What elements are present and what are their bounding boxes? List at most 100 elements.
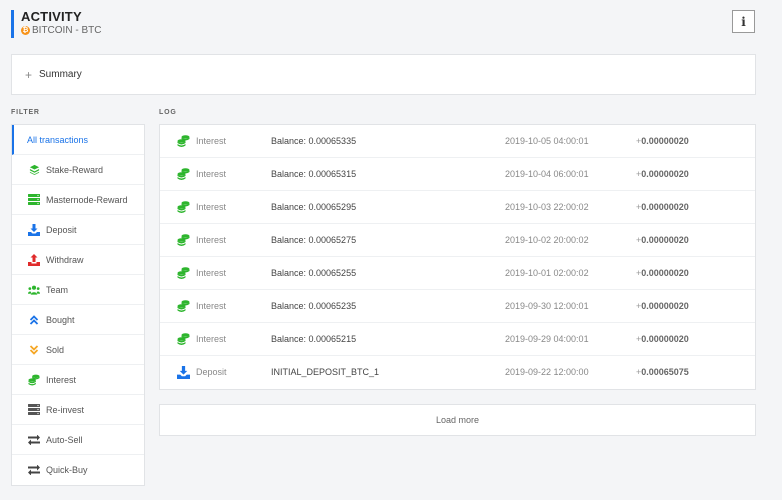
filter-item-bought[interactable]: Bought bbox=[12, 305, 144, 335]
download-icon bbox=[28, 223, 40, 236]
coins-stack-icon bbox=[177, 201, 190, 214]
filter-item-label: Withdraw bbox=[46, 254, 84, 265]
log-amount: +0.00000020 bbox=[636, 257, 689, 290]
filter-item-label: Quick-Buy bbox=[46, 465, 88, 475]
filter-item-quick-buy[interactable]: Quick-Buy bbox=[12, 455, 144, 485]
currency-label: BITCOIN - BTC bbox=[32, 25, 102, 36]
log-type: Deposit bbox=[196, 367, 227, 377]
log-type: Interest bbox=[196, 136, 227, 146]
load-more-button[interactable]: Load more bbox=[159, 404, 756, 436]
filter-item-deposit[interactable]: Deposit bbox=[12, 215, 144, 245]
log-date: 2019-09-29 04:00:01 bbox=[505, 334, 589, 344]
log-heading: LOG bbox=[159, 109, 177, 116]
filter-item-label: All transactions bbox=[27, 134, 89, 145]
page-header: ACTIVITY ₿ BITCOIN - BTC bbox=[11, 10, 101, 38]
log-balance: Balance: 0.00065335 bbox=[271, 136, 357, 146]
log-type: Interest bbox=[196, 202, 227, 212]
coins-stack-icon bbox=[177, 267, 190, 280]
summary-toggle[interactable]: + Summary bbox=[11, 54, 756, 95]
log-type: Interest bbox=[196, 235, 227, 245]
log-type: Interest bbox=[196, 268, 227, 278]
log-balance: INITIAL_DEPOSIT_BTC_1 bbox=[271, 367, 380, 377]
amount-value: 0.00000020 bbox=[641, 235, 689, 245]
filter-item-label: Stake-Reward bbox=[46, 164, 104, 175]
log-date: 2019-10-05 04:00:01 bbox=[505, 136, 589, 146]
log-balance: Balance: 0.00065295 bbox=[271, 202, 357, 212]
log-date: 2019-10-02 20:00:02 bbox=[505, 235, 589, 245]
amount-value: 0.00065075 bbox=[641, 367, 689, 377]
filter-item-team[interactable]: Team bbox=[12, 275, 144, 305]
log-row: Interest Balance: 0.00065275 2019-10-02 … bbox=[160, 224, 755, 257]
users-icon bbox=[28, 284, 40, 296]
download-icon bbox=[177, 366, 190, 379]
log-date: 2019-10-04 06:00:01 bbox=[505, 169, 589, 179]
filter-item-stake-reward[interactable]: Stake-Reward bbox=[12, 155, 144, 185]
log-date: 2019-09-30 12:00:01 bbox=[505, 301, 589, 311]
coins-stack-icon bbox=[177, 168, 190, 181]
filter-item-label: Sold bbox=[46, 344, 65, 355]
log-row: Interest Balance: 0.00065295 2019-10-03 … bbox=[160, 191, 755, 224]
bitcoin-icon: ₿ bbox=[21, 26, 30, 35]
log-type: Interest bbox=[196, 334, 227, 344]
amount-value: 0.00000020 bbox=[641, 268, 689, 278]
filter-item-re-invest[interactable]: Re-invest bbox=[12, 395, 144, 425]
filter-item-masternode-reward[interactable]: Masternode-Reward bbox=[12, 185, 144, 215]
log-balance: Balance: 0.00065315 bbox=[271, 169, 357, 179]
log-balance: Balance: 0.00065255 bbox=[271, 268, 357, 278]
filter-item-withdraw[interactable]: Withdraw bbox=[12, 245, 144, 275]
filter-item-interest[interactable]: Interest bbox=[12, 365, 144, 395]
filter-item-label: Team bbox=[46, 284, 69, 295]
info-button[interactable]: i bbox=[732, 10, 755, 33]
log-amount: +0.00000020 bbox=[636, 191, 689, 224]
double-chevron-up-icon bbox=[28, 314, 40, 326]
log-table: Interest Balance: 0.00065335 2019-10-05 … bbox=[159, 124, 756, 390]
filter-item-all-transactions[interactable]: All transactions bbox=[12, 125, 144, 155]
exchange-icon bbox=[28, 464, 40, 476]
filter-list: All transactions Stake-Reward Masternode… bbox=[11, 124, 145, 486]
log-balance: Balance: 0.00065275 bbox=[271, 235, 357, 245]
filter-item-auto-sell[interactable]: Auto-Sell bbox=[12, 425, 144, 455]
log-amount: +0.00000020 bbox=[636, 323, 689, 356]
coins-stack-icon bbox=[177, 234, 190, 247]
log-date: 2019-09-22 12:00:00 bbox=[505, 367, 589, 377]
amount-value: 0.00000020 bbox=[641, 136, 689, 146]
log-row: Interest Balance: 0.00065315 2019-10-04 … bbox=[160, 158, 755, 191]
log-date: 2019-10-03 22:00:02 bbox=[505, 202, 589, 212]
log-row: Interest Balance: 0.00065255 2019-10-01 … bbox=[160, 257, 755, 290]
coins-stack-icon bbox=[177, 135, 190, 148]
upload-icon bbox=[28, 253, 40, 266]
filter-heading: FILTER bbox=[11, 109, 40, 116]
page-title: ACTIVITY bbox=[21, 9, 82, 24]
coins-stack-icon bbox=[177, 333, 190, 346]
log-balance: Balance: 0.00065215 bbox=[271, 334, 357, 344]
log-balance: Balance: 0.00065235 bbox=[271, 301, 357, 311]
log-row: Interest Balance: 0.00065235 2019-09-30 … bbox=[160, 290, 755, 323]
plus-icon: + bbox=[25, 67, 33, 82]
server-icon bbox=[28, 404, 40, 416]
filter-item-sold[interactable]: Sold bbox=[12, 335, 144, 365]
log-amount: +0.00065075 bbox=[636, 356, 689, 389]
log-type: Interest bbox=[196, 169, 227, 179]
log-row: Interest Balance: 0.00065335 2019-10-05 … bbox=[160, 125, 755, 158]
amount-value: 0.00000020 bbox=[641, 169, 689, 179]
coins-stack-icon bbox=[177, 300, 190, 313]
coins-stack-icon bbox=[28, 374, 40, 386]
filter-item-label: Interest bbox=[46, 374, 77, 385]
server-icon bbox=[28, 194, 40, 206]
filter-item-label: Re-invest bbox=[46, 404, 85, 415]
amount-value: 0.00000020 bbox=[641, 202, 689, 212]
log-row: Interest Balance: 0.00065215 2019-09-29 … bbox=[160, 323, 755, 356]
log-row: Deposit INITIAL_DEPOSIT_BTC_1 2019-09-22… bbox=[160, 356, 755, 389]
page-subtitle: ₿ BITCOIN - BTC bbox=[21, 24, 101, 37]
log-amount: +0.00000020 bbox=[636, 158, 689, 191]
filter-item-label: Deposit bbox=[46, 224, 77, 235]
log-date: 2019-10-01 02:00:02 bbox=[505, 268, 589, 278]
log-type: Interest bbox=[196, 301, 227, 311]
exchange-icon bbox=[28, 434, 40, 446]
log-amount: +0.00000020 bbox=[636, 125, 689, 158]
log-amount: +0.00000020 bbox=[636, 290, 689, 323]
coins-icon bbox=[28, 164, 40, 176]
double-chevron-down-icon bbox=[28, 344, 40, 356]
filter-item-label: Bought bbox=[46, 314, 75, 325]
filter-item-label: Auto-Sell bbox=[46, 434, 83, 445]
